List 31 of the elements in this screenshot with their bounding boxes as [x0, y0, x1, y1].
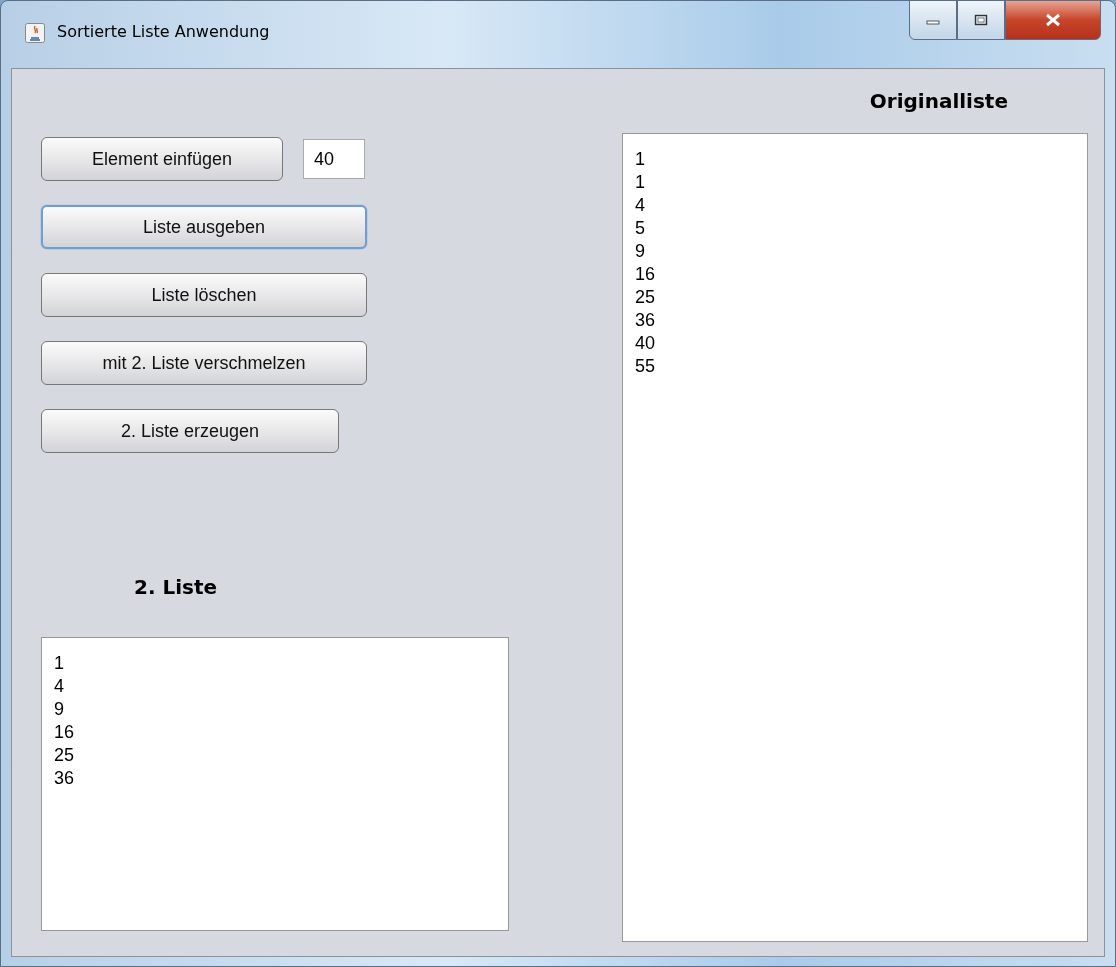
list-item: 25	[635, 286, 656, 309]
list-item: 1	[54, 652, 64, 675]
list-item: 1	[635, 148, 645, 171]
minimize-button[interactable]	[909, 0, 957, 40]
maximize-button[interactable]	[957, 0, 1005, 40]
list-item: 1	[635, 171, 645, 194]
action-button[interactable]: Liste ausgeben	[41, 205, 367, 249]
list-item: 4	[635, 194, 645, 217]
list-item: 9	[635, 240, 645, 263]
list-item: 16	[635, 263, 656, 286]
list-item: 36	[54, 767, 75, 790]
list-item: 36	[635, 309, 656, 332]
action-button[interactable]: 2. Liste erzeugen	[41, 409, 339, 453]
close-button[interactable]	[1005, 0, 1101, 40]
action-button[interactable]: mit 2. Liste verschmelzen	[41, 341, 367, 385]
list-title: 2. Liste	[134, 575, 219, 599]
list-item: 16	[54, 721, 75, 744]
list-item: 55	[635, 355, 656, 378]
app-icon	[25, 23, 45, 43]
close-icon	[1044, 13, 1062, 27]
list-item: 25	[54, 744, 75, 767]
list-item: 40	[635, 332, 656, 355]
action-button[interactable]: Liste löschen	[41, 273, 367, 317]
list-item: 5	[635, 217, 645, 240]
window-title: Sortierte Liste Anwendung	[57, 22, 270, 41]
list-item: 9	[54, 698, 64, 721]
maximize-icon	[974, 14, 988, 26]
action-button[interactable]: Element einfügen	[41, 137, 283, 181]
number-input[interactable]: 40	[303, 139, 365, 179]
list-title: Originalliste	[869, 89, 1008, 115]
list-item: 4	[54, 675, 64, 698]
